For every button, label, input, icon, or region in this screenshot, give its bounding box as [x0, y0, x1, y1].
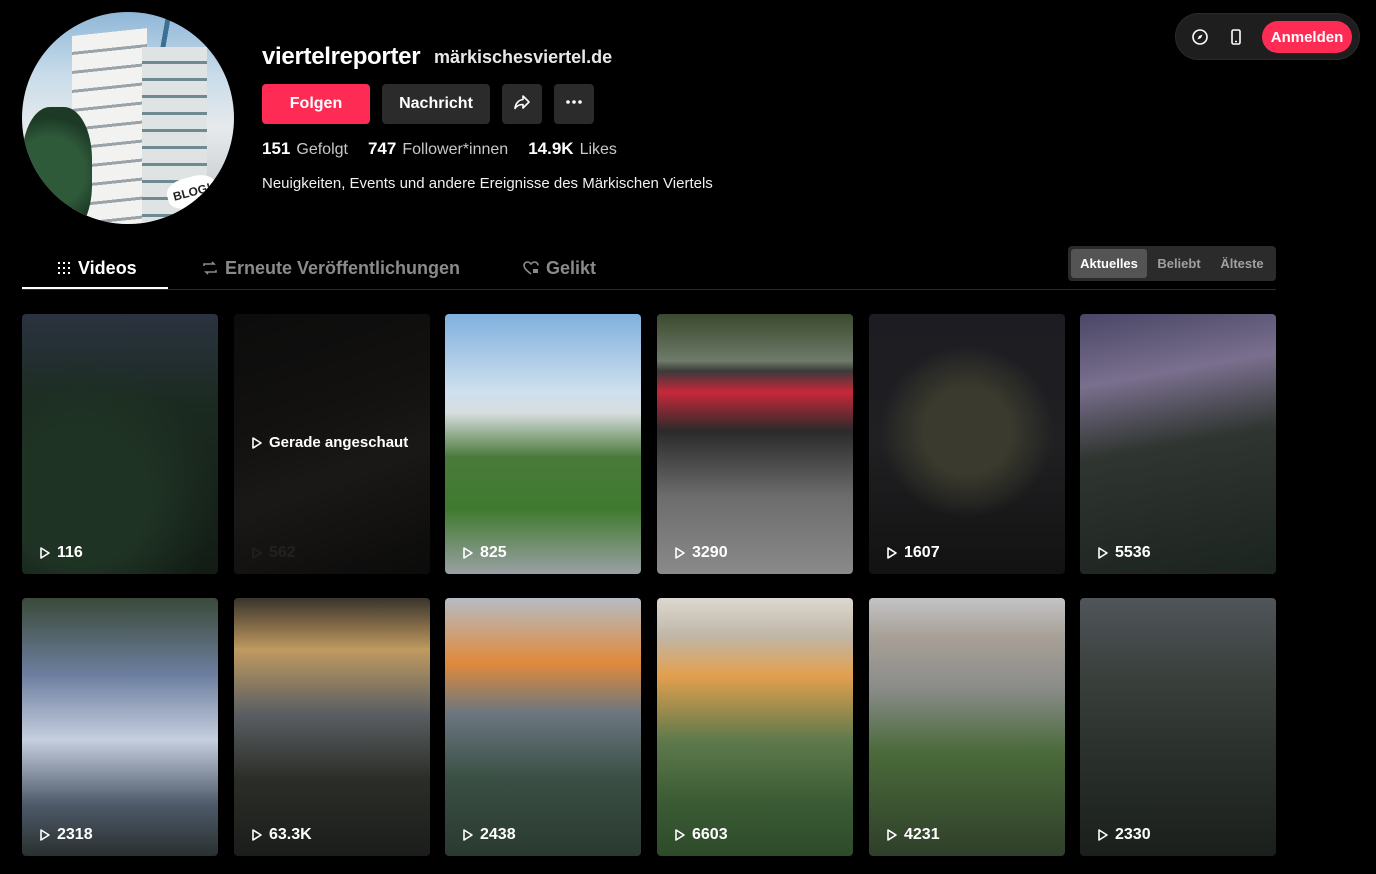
sort-latest[interactable]: Aktuelles: [1071, 249, 1147, 278]
likes-count: 14.9K: [528, 139, 574, 158]
repost-icon: [201, 259, 219, 277]
video-card[interactable]: 2438: [445, 598, 641, 856]
video-card[interactable]: 5536: [1080, 314, 1276, 574]
view-count: 6603: [673, 826, 728, 844]
view-count: 1607: [885, 544, 940, 562]
sort-toggle: Aktuelles Beliebt Älteste: [1068, 246, 1276, 281]
view-count: 825: [461, 544, 507, 562]
likes-stat: 14.9K Likes: [528, 139, 617, 159]
play-icon: [1098, 547, 1108, 559]
followers-label: Follower*innen: [402, 141, 509, 158]
play-icon: [40, 829, 50, 841]
tab-reposts[interactable]: Erneute Veröffentlichungen: [201, 246, 460, 290]
play-icon: [675, 829, 685, 841]
grid-icon: [56, 260, 72, 276]
sort-oldest[interactable]: Älteste: [1211, 249, 1273, 278]
avatar[interactable]: BLOG!: [22, 12, 234, 224]
sort-popular[interactable]: Beliebt: [1147, 249, 1211, 278]
view-count: 5536: [1096, 544, 1151, 562]
play-icon: [887, 829, 897, 841]
followers-stat[interactable]: 747 Follower*innen: [368, 139, 508, 159]
profile-username: viertelreporter: [262, 43, 421, 70]
view-count: 562: [250, 544, 296, 562]
play-icon: [463, 547, 473, 559]
video-card[interactable]: 825: [445, 314, 641, 574]
watched-overlay: Gerade angeschaut: [250, 434, 408, 451]
video-card[interactable]: 3290: [657, 314, 853, 574]
play-icon: [252, 829, 262, 841]
video-card[interactable]: Gerade angeschaut 562: [234, 314, 430, 574]
view-count: 116: [38, 544, 83, 562]
play-icon: [252, 547, 262, 559]
video-card[interactable]: 63.3K: [234, 598, 430, 856]
view-count: 63.3K: [250, 826, 312, 844]
more-dots-icon: [564, 92, 584, 117]
video-card[interactable]: 2330: [1080, 598, 1276, 856]
tab-videos-label: Videos: [78, 257, 137, 278]
followers-count: 747: [367, 139, 397, 158]
following-label: Gefolgt: [296, 141, 348, 158]
login-button[interactable]: Anmelden: [1262, 21, 1352, 53]
avatar-tree: [22, 107, 92, 224]
play-icon: [252, 436, 262, 449]
following-stat[interactable]: 151 Gefolgt: [262, 139, 348, 159]
share-button[interactable]: [502, 84, 542, 124]
more-options-button[interactable]: [554, 84, 594, 124]
video-card[interactable]: 2318: [22, 598, 218, 856]
view-count: 3290: [673, 544, 728, 562]
follow-button[interactable]: Folgen: [262, 84, 370, 124]
profile-bio: Neuigkeiten, Events und andere Ereigniss…: [262, 175, 713, 192]
tab-reposts-label: Erneute Veröffentlichungen: [225, 257, 461, 278]
play-icon: [675, 547, 685, 559]
profile-stats: 151 Gefolgt 747 Follower*innen 14.9K Lik…: [262, 139, 637, 159]
top-action-bar: Anmelden: [1175, 13, 1360, 60]
play-icon: [40, 547, 50, 559]
following-count: 151: [262, 139, 291, 158]
view-count: 2438: [461, 826, 516, 844]
share-icon: [512, 92, 532, 117]
profile-website-link[interactable]: märkischesviertel.de: [434, 47, 612, 68]
compass-icon[interactable]: [1186, 23, 1214, 51]
play-icon: [463, 829, 473, 841]
video-card[interactable]: 6603: [657, 598, 853, 856]
view-count: 4231: [885, 826, 940, 844]
tab-videos[interactable]: Videos: [56, 246, 137, 290]
play-icon: [1098, 829, 1108, 841]
phone-icon[interactable]: [1222, 23, 1250, 51]
tab-liked[interactable]: Gelikt: [522, 246, 596, 290]
video-card[interactable]: 116: [22, 314, 218, 574]
video-card[interactable]: 1607: [869, 314, 1065, 574]
video-card[interactable]: 4231: [869, 598, 1065, 856]
heart-locked-icon: [522, 259, 540, 277]
likes-label: Likes: [579, 141, 617, 158]
tab-liked-label: Gelikt: [546, 257, 597, 278]
view-count: 2318: [38, 826, 93, 844]
play-icon: [887, 547, 897, 559]
view-count: 2330: [1096, 826, 1151, 844]
active-tab-indicator: [22, 287, 168, 289]
message-button[interactable]: Nachricht: [382, 84, 490, 124]
